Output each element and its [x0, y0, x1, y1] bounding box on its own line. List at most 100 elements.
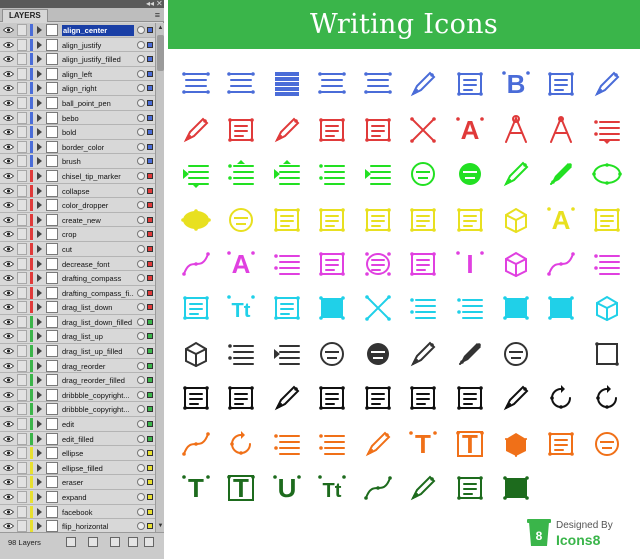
expand-triangle-icon[interactable]	[37, 259, 42, 268]
visibility-eye-icon[interactable]	[3, 84, 14, 92]
selection-square-icon[interactable]	[147, 362, 153, 369]
layer-target-icon[interactable]	[137, 84, 145, 93]
visibility-eye-icon[interactable]	[3, 464, 14, 472]
layer-row[interactable]: eraser	[0, 475, 164, 490]
lock-toggle[interactable]	[17, 476, 27, 489]
selection-square-icon[interactable]	[147, 56, 153, 63]
selection-square-icon[interactable]	[147, 260, 153, 267]
lock-toggle[interactable]	[17, 403, 27, 416]
selection-square-icon[interactable]	[147, 187, 153, 194]
layer-row[interactable]: align_justify	[0, 37, 164, 53]
visibility-eye-icon[interactable]	[3, 318, 14, 326]
layer-row[interactable]: collapse	[0, 183, 164, 199]
lock-toggle[interactable]	[17, 301, 27, 314]
layer-row[interactable]: chisel_tip_marker	[0, 168, 164, 184]
visibility-eye-icon[interactable]	[3, 245, 14, 253]
layer-target-icon[interactable]	[137, 55, 145, 64]
lock-toggle[interactable]	[17, 140, 27, 153]
lock-toggle[interactable]	[17, 213, 27, 226]
layer-target-icon[interactable]	[137, 113, 145, 122]
layer-target-icon[interactable]	[137, 244, 145, 253]
layers-scrollbar[interactable]: ▲ ▼	[155, 23, 164, 532]
selection-square-icon[interactable]	[147, 333, 153, 340]
selection-square-icon[interactable]	[147, 172, 153, 179]
visibility-eye-icon[interactable]	[3, 289, 14, 297]
expand-triangle-icon[interactable]	[37, 128, 42, 137]
selection-square-icon[interactable]	[147, 70, 153, 77]
layer-target-icon[interactable]	[137, 478, 145, 487]
layer-target-icon[interactable]	[137, 128, 145, 137]
expand-triangle-icon[interactable]	[37, 69, 42, 78]
layer-target-icon[interactable]	[137, 142, 145, 151]
expand-triangle-icon[interactable]	[37, 171, 42, 180]
selection-square-icon[interactable]	[147, 99, 153, 106]
visibility-eye-icon[interactable]	[3, 260, 14, 268]
layer-row[interactable]: align_right	[0, 81, 164, 96]
make-clipping-mask-button[interactable]	[88, 537, 98, 547]
expand-triangle-icon[interactable]	[37, 507, 42, 516]
visibility-eye-icon[interactable]	[3, 303, 14, 311]
lock-toggle[interactable]	[17, 286, 27, 299]
delete-layer-button[interactable]	[144, 537, 154, 547]
new-sublayer-button[interactable]	[110, 537, 120, 547]
selection-square-icon[interactable]	[147, 348, 153, 355]
layer-row[interactable]: ellipse_filled	[0, 460, 164, 476]
layer-row[interactable]: drafting_compass	[0, 271, 164, 286]
lock-toggle[interactable]	[17, 461, 27, 474]
expand-triangle-icon[interactable]	[37, 376, 42, 385]
visibility-eye-icon[interactable]	[3, 187, 14, 195]
expand-triangle-icon[interactable]	[37, 186, 42, 195]
expand-triangle-icon[interactable]	[37, 463, 42, 472]
layer-target-icon[interactable]	[137, 98, 145, 107]
expand-triangle-icon[interactable]	[37, 40, 42, 49]
layer-row[interactable]: drag_reorder	[0, 358, 164, 374]
visibility-eye-icon[interactable]	[3, 405, 14, 413]
selection-square-icon[interactable]	[147, 391, 153, 398]
lock-toggle[interactable]	[17, 242, 27, 255]
lock-toggle[interactable]	[17, 359, 27, 372]
layer-row[interactable]: border_color	[0, 139, 164, 155]
lock-toggle[interactable]	[17, 111, 27, 124]
layer-target-icon[interactable]	[137, 522, 145, 531]
layer-row[interactable]: bebo	[0, 110, 164, 126]
lock-toggle[interactable]	[17, 24, 27, 36]
expand-triangle-icon[interactable]	[37, 142, 42, 151]
layer-target-icon[interactable]	[137, 347, 145, 356]
layer-row[interactable]: flip_horizontal	[0, 519, 164, 532]
scroll-thumb[interactable]	[157, 35, 164, 71]
expand-triangle-icon[interactable]	[37, 26, 42, 34]
selection-square-icon[interactable]	[147, 479, 153, 486]
expand-triangle-icon[interactable]	[37, 390, 42, 399]
lock-toggle[interactable]	[17, 330, 27, 343]
layer-target-icon[interactable]	[137, 201, 145, 210]
selection-square-icon[interactable]	[147, 304, 153, 311]
layer-target-icon[interactable]	[137, 449, 145, 458]
layer-target-icon[interactable]	[137, 420, 145, 429]
visibility-eye-icon[interactable]	[3, 522, 14, 530]
layer-row[interactable]: edit	[0, 417, 164, 432]
visibility-eye-icon[interactable]	[3, 347, 14, 355]
visibility-eye-icon[interactable]	[3, 362, 14, 370]
layer-row[interactable]: dribbble_copyright...	[0, 402, 164, 418]
lock-toggle[interactable]	[17, 388, 27, 401]
lock-toggle[interactable]	[17, 82, 27, 95]
visibility-eye-icon[interactable]	[3, 508, 14, 516]
visibility-eye-icon[interactable]	[3, 230, 14, 238]
expand-triangle-icon[interactable]	[37, 493, 42, 501]
visibility-eye-icon[interactable]	[3, 172, 14, 180]
expand-triangle-icon[interactable]	[37, 274, 42, 283]
lock-toggle[interactable]	[17, 447, 27, 460]
expand-triangle-icon[interactable]	[37, 55, 42, 64]
expand-triangle-icon[interactable]	[37, 347, 42, 356]
lock-toggle[interactable]	[17, 418, 27, 431]
layer-row[interactable]: facebook	[0, 504, 164, 520]
selection-square-icon[interactable]	[147, 245, 153, 252]
visibility-eye-icon[interactable]	[3, 449, 14, 457]
expand-triangle-icon[interactable]	[37, 215, 42, 224]
layer-target-icon[interactable]	[137, 230, 145, 239]
layer-target-icon[interactable]	[137, 361, 145, 370]
layer-row[interactable]: color_dropper	[0, 198, 164, 213]
panel-menu-icon[interactable]: ≡	[155, 9, 160, 21]
layer-row[interactable]: ball_point_pen	[0, 95, 164, 111]
selection-square-icon[interactable]	[147, 85, 153, 92]
